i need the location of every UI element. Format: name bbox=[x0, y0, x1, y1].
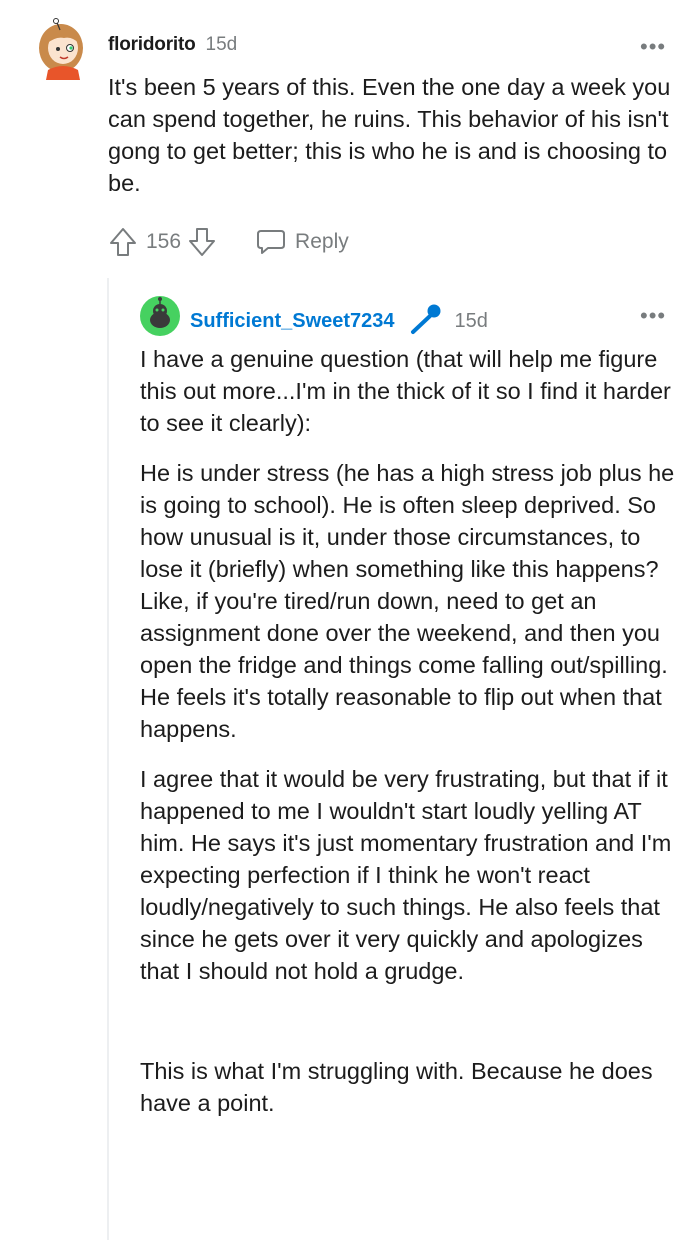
thread-line[interactable] bbox=[107, 278, 109, 1240]
reply-age: 15d bbox=[454, 310, 488, 332]
arrow-up-icon[interactable] bbox=[108, 226, 138, 258]
comment-username[interactable]: floridorito bbox=[108, 34, 196, 56]
comment-body-text: It's been 5 years of this. Even the one … bbox=[108, 74, 671, 196]
arrow-down-icon[interactable] bbox=[187, 226, 217, 258]
reply-button[interactable]: Reply bbox=[255, 227, 349, 257]
reply-more-button[interactable]: ••• bbox=[640, 305, 666, 327]
reply-label: Reply bbox=[295, 230, 349, 253]
reply-paragraph: This is what I'm struggling with. Becaus… bbox=[140, 1058, 653, 1116]
ellipsis-icon: ••• bbox=[640, 34, 667, 59]
comment-header: floridorito 15d bbox=[108, 34, 237, 56]
reply-avatar[interactable] bbox=[140, 296, 180, 336]
microphone-icon bbox=[409, 303, 443, 340]
reply-paragraph: He is under stress (he has a high stress… bbox=[140, 460, 675, 742]
reply-username[interactable]: Sufficient_Sweet7234 bbox=[190, 310, 395, 333]
ellipsis-icon: ••• bbox=[640, 303, 667, 328]
comment-age: 15d bbox=[205, 34, 238, 55]
vote-count: 156 bbox=[146, 230, 182, 253]
reply-paragraph: I agree that it would be very frustratin… bbox=[140, 766, 672, 984]
reply-paragraph: I have a genuine question (that will hel… bbox=[140, 346, 671, 436]
user-avatar[interactable] bbox=[34, 18, 92, 80]
reply-header: Sufficient_Sweet7234 15d bbox=[190, 303, 488, 340]
comment-body: It's been 5 years of this. Even the one … bbox=[108, 71, 678, 199]
comment-actions: 156 Reply bbox=[108, 226, 349, 258]
comment-more-button[interactable]: ••• bbox=[640, 36, 666, 58]
speech-bubble-icon bbox=[255, 227, 287, 257]
reply-body: I have a genuine question (that will hel… bbox=[140, 343, 675, 1119]
